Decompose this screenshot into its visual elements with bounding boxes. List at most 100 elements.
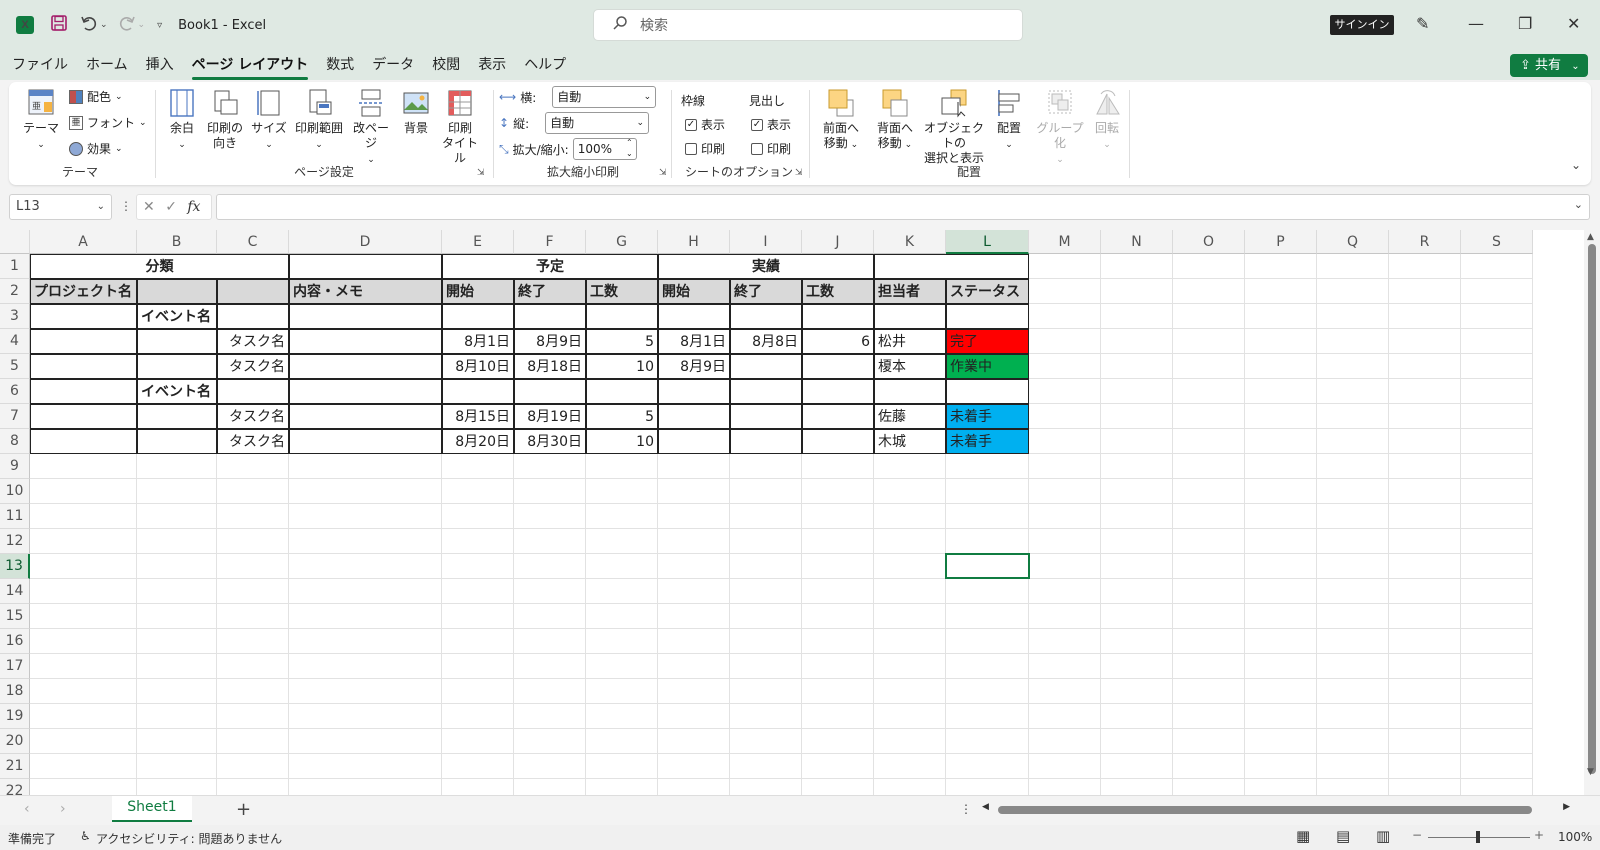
grid-cell[interactable] bbox=[514, 379, 586, 404]
grid-cell[interactable] bbox=[1245, 554, 1317, 579]
grid-cell[interactable] bbox=[1173, 654, 1245, 679]
grid-cell[interactable] bbox=[1461, 754, 1533, 779]
grid-cell[interactable] bbox=[137, 654, 217, 679]
grid-cell[interactable] bbox=[946, 654, 1029, 679]
grid-cell[interactable] bbox=[217, 754, 289, 779]
grid-cell[interactable] bbox=[1389, 479, 1461, 504]
grid-cell[interactable] bbox=[802, 454, 874, 479]
status-cell[interactable]: 未着手 bbox=[946, 404, 1029, 429]
grid-cell[interactable] bbox=[1101, 679, 1173, 704]
row-header-5[interactable]: 5 bbox=[0, 354, 30, 379]
grid-cell[interactable] bbox=[1029, 654, 1101, 679]
grid-cell[interactable] bbox=[442, 454, 514, 479]
plan-effort[interactable]: 5 bbox=[586, 329, 658, 354]
header-owner[interactable]: 担当者 bbox=[874, 279, 946, 304]
header-actual-end[interactable]: 終了 bbox=[730, 279, 802, 304]
grid-cell[interactable] bbox=[514, 704, 586, 729]
grid-cell[interactable] bbox=[289, 429, 442, 454]
grid-cell[interactable] bbox=[802, 629, 874, 654]
zoom-out-icon[interactable]: − bbox=[1412, 828, 1422, 842]
grid-cell[interactable] bbox=[217, 379, 289, 404]
grid-cell[interactable] bbox=[1029, 479, 1101, 504]
grid-cell[interactable] bbox=[1173, 454, 1245, 479]
share-button[interactable]: ⇪ 共有 ⌄ bbox=[1510, 54, 1588, 77]
grid-cell[interactable] bbox=[1029, 329, 1101, 354]
grid-cell[interactable] bbox=[137, 329, 217, 354]
grid-cell[interactable] bbox=[730, 754, 802, 779]
grid-cell[interactable] bbox=[514, 754, 586, 779]
grid-cell[interactable] bbox=[658, 779, 730, 795]
grid-cell[interactable] bbox=[586, 654, 658, 679]
more-icon[interactable]: ⋮ bbox=[960, 802, 972, 816]
grid-cell[interactable] bbox=[217, 779, 289, 795]
tab-data[interactable]: データ bbox=[363, 54, 423, 80]
grid-cell[interactable] bbox=[1317, 629, 1389, 654]
grid-cell[interactable] bbox=[658, 504, 730, 529]
grid-cell[interactable] bbox=[1389, 304, 1461, 329]
status-cell[interactable]: 未着手 bbox=[946, 429, 1029, 454]
grid-cell[interactable] bbox=[658, 304, 730, 329]
scroll-thumb[interactable] bbox=[1588, 244, 1596, 774]
grid-cell[interactable] bbox=[1461, 429, 1533, 454]
grid-cell[interactable] bbox=[1317, 654, 1389, 679]
grid-cell[interactable] bbox=[30, 329, 137, 354]
select-all[interactable] bbox=[0, 230, 30, 254]
grid-cell[interactable] bbox=[30, 654, 137, 679]
row-header-6[interactable]: 6 bbox=[0, 379, 30, 404]
grid-cell[interactable] bbox=[30, 304, 137, 329]
grid-cell[interactable] bbox=[1389, 279, 1461, 304]
actual-effort[interactable]: 6 bbox=[802, 329, 874, 354]
grid-cell[interactable] bbox=[1029, 754, 1101, 779]
grid-cell[interactable] bbox=[442, 629, 514, 654]
grid-cell[interactable] bbox=[730, 704, 802, 729]
grid-cell[interactable] bbox=[217, 604, 289, 629]
grid-cell[interactable] bbox=[514, 579, 586, 604]
column-header-s[interactable]: S bbox=[1461, 230, 1533, 254]
grid-cell[interactable] bbox=[1029, 729, 1101, 754]
undo-dropdown-icon[interactable]: ⌄ bbox=[100, 20, 108, 30]
grid-cell[interactable] bbox=[1245, 304, 1317, 329]
grid-cell[interactable] bbox=[289, 529, 442, 554]
grid-cell[interactable] bbox=[1029, 579, 1101, 604]
header-category[interactable]: 分類 bbox=[30, 254, 289, 279]
grid-cell[interactable] bbox=[1101, 404, 1173, 429]
grid-cell[interactable] bbox=[1389, 429, 1461, 454]
grid-cell[interactable] bbox=[802, 479, 874, 504]
grid-cell[interactable] bbox=[289, 579, 442, 604]
grid-cell[interactable] bbox=[658, 654, 730, 679]
grid-cell[interactable] bbox=[217, 454, 289, 479]
grid-cell[interactable] bbox=[1245, 429, 1317, 454]
grid-cell[interactable] bbox=[217, 479, 289, 504]
grid-cell[interactable] bbox=[658, 579, 730, 604]
grid-cell[interactable] bbox=[1101, 754, 1173, 779]
column-header-n[interactable]: N bbox=[1101, 230, 1173, 254]
grid-cell[interactable] bbox=[1245, 354, 1317, 379]
grid-cell[interactable] bbox=[1317, 479, 1389, 504]
grid-cell[interactable] bbox=[1173, 504, 1245, 529]
grid-cell[interactable] bbox=[586, 479, 658, 504]
owner[interactable]: 佐藤 bbox=[874, 404, 946, 429]
grid-cell[interactable] bbox=[874, 579, 946, 604]
grid-cell[interactable] bbox=[442, 304, 514, 329]
grid-cell[interactable] bbox=[658, 704, 730, 729]
task-name[interactable]: タスク名 bbox=[217, 404, 289, 429]
grid-cell[interactable] bbox=[1101, 529, 1173, 554]
grid-cell[interactable] bbox=[946, 529, 1029, 554]
owner[interactable]: 松井 bbox=[874, 329, 946, 354]
grid-cell[interactable] bbox=[1245, 629, 1317, 654]
actual-start[interactable]: 8月1日 bbox=[658, 329, 730, 354]
worksheet-grid[interactable]: ▲ ▼ A B C D E F G H I J K L M N O P Q R S 1 分類 予定 実績 2 プロジェクト名 内容… bbox=[0, 230, 1600, 795]
row-header-10[interactable]: 10 bbox=[0, 479, 30, 504]
grid-cell[interactable] bbox=[217, 529, 289, 554]
grid-cell[interactable] bbox=[1029, 604, 1101, 629]
grid-cell[interactable] bbox=[514, 554, 586, 579]
column-header-i[interactable]: I bbox=[730, 230, 802, 254]
grid-cell[interactable] bbox=[802, 729, 874, 754]
sheet-tab-sheet1[interactable]: Sheet1 bbox=[112, 796, 192, 822]
grid-cell[interactable] bbox=[1461, 554, 1533, 579]
grid-cell[interactable] bbox=[730, 529, 802, 554]
grid-cell[interactable] bbox=[586, 504, 658, 529]
plan-start[interactable]: 8月1日 bbox=[442, 329, 514, 354]
next-sheet-icon[interactable]: › bbox=[60, 801, 66, 817]
grid-cell[interactable] bbox=[946, 304, 1029, 329]
